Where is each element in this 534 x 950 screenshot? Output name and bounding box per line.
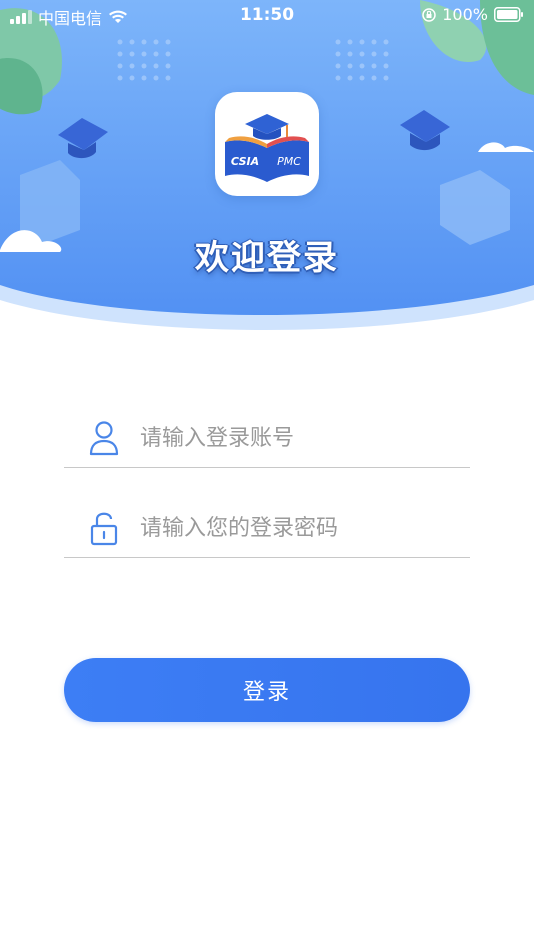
user-icon	[89, 421, 119, 456]
header-banner: 中国电信 11:50 100% CSIA PMC 欢迎登录	[0, 0, 534, 340]
battery-percent: 100%	[442, 5, 488, 24]
orientation-lock-icon	[422, 7, 436, 22]
battery-icon	[494, 7, 523, 22]
welcome-title: 欢迎登录	[195, 238, 339, 278]
status-bar: 中国电信 11:50 100%	[0, 0, 534, 30]
logo-text-left: CSIA	[231, 155, 259, 168]
account-field[interactable]	[64, 412, 470, 468]
password-field[interactable]	[64, 502, 470, 558]
logo-text-right: PMC	[277, 155, 301, 168]
login-button[interactable]: 登录	[64, 658, 470, 722]
unlock-icon	[90, 512, 118, 546]
password-input[interactable]	[140, 506, 460, 550]
app-logo: CSIA PMC	[215, 92, 319, 196]
book-cap-icon: CSIA PMC	[225, 114, 309, 182]
account-input[interactable]	[140, 416, 460, 460]
